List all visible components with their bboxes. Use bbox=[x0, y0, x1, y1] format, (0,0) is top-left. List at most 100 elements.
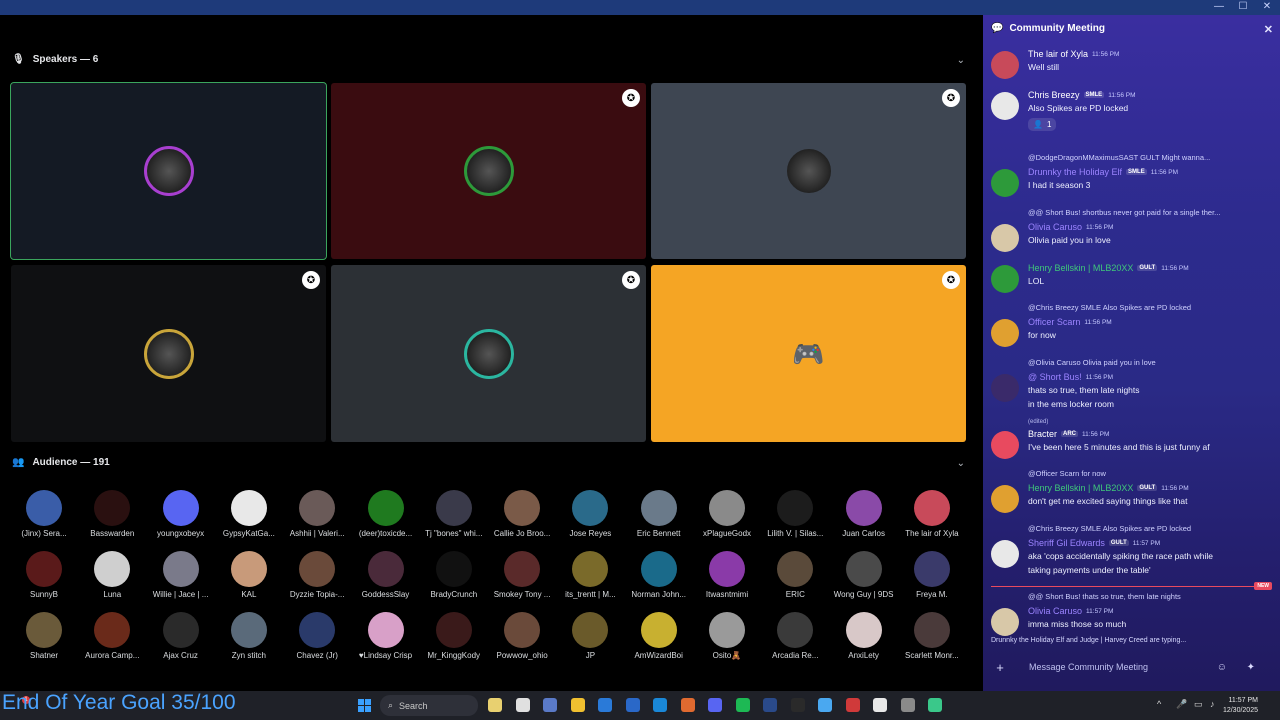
taskbar-app-icon[interactable] bbox=[625, 698, 640, 712]
audience-member[interactable]: JP bbox=[556, 612, 624, 660]
avatar[interactable] bbox=[991, 374, 1019, 402]
audience-member[interactable]: AnxiLety bbox=[830, 612, 898, 660]
audience-member[interactable]: ♥Lindsay Crisp bbox=[352, 612, 420, 660]
avatar[interactable] bbox=[991, 92, 1019, 120]
mic-tray-icon[interactable]: 🎤 bbox=[1176, 699, 1187, 710]
chevron-down-icon[interactable]: ⌄ bbox=[957, 458, 965, 469]
reply-preview[interactable]: @@ Short Bus! thats so true, them late n… bbox=[1028, 592, 1266, 601]
guild-tag[interactable]: GULT bbox=[1137, 265, 1158, 271]
taskbar-app-icon[interactable] bbox=[763, 698, 777, 712]
speaker-tile[interactable]: 🎮 ✪ bbox=[651, 265, 966, 442]
audience-member[interactable]: its_trentt | M... bbox=[556, 551, 624, 599]
audience-member[interactable]: Scarlett Monr... bbox=[898, 612, 966, 660]
speaker-badge-icon[interactable]: ✪ bbox=[622, 89, 640, 107]
audience-member[interactable]: Itwasntmimi bbox=[693, 551, 761, 599]
chevron-down-icon[interactable]: ⌄ bbox=[957, 55, 965, 66]
chevron-up-icon[interactable]: ^ bbox=[1157, 699, 1161, 709]
speaker-tile[interactable]: ✪ bbox=[651, 83, 966, 259]
guild-tag[interactable]: GULT bbox=[1137, 485, 1158, 491]
speaker-tile[interactable]: ✪ bbox=[11, 265, 326, 442]
chat-message[interactable]: @Olivia Caruso Olivia paid you in love @ … bbox=[991, 358, 1273, 425]
audience-member[interactable]: Lilith V. | Silas... bbox=[761, 490, 829, 538]
audience-member[interactable]: SunnyB bbox=[10, 551, 78, 599]
audience-member[interactable]: KAL bbox=[215, 551, 283, 599]
taskbar-app-icon[interactable] bbox=[543, 698, 557, 712]
chat-message[interactable]: @@ Short Bus! thats so true, them late n… bbox=[991, 592, 1273, 636]
username[interactable]: Olivia Caruso bbox=[1028, 606, 1082, 616]
audience-member[interactable]: Arcadia Re... bbox=[761, 612, 829, 660]
taskbar-app-icon[interactable] bbox=[900, 698, 915, 712]
audience-member[interactable]: Luna bbox=[78, 551, 146, 599]
username[interactable]: Sheriff Gil Edwards bbox=[1028, 538, 1105, 548]
audience-member[interactable]: (deer)toxicde... bbox=[352, 490, 420, 538]
chat-message[interactable]: @Chris Breezy SMLE Also Spikes are PD lo… bbox=[991, 524, 1273, 575]
audience-member[interactable]: GypsyKatGa... bbox=[215, 490, 283, 538]
network-icon[interactable]: ▭ bbox=[1194, 699, 1203, 710]
username[interactable]: Olivia Caruso bbox=[1028, 222, 1082, 232]
username[interactable]: The lair of Xyla bbox=[1028, 49, 1088, 59]
reply-preview[interactable]: @@ Short Bus! shortbus never got paid fo… bbox=[1028, 208, 1266, 217]
audience-member[interactable]: Willie | Jace | ... bbox=[147, 551, 215, 599]
username[interactable]: @ Short Bus! bbox=[1028, 372, 1082, 382]
avatar[interactable] bbox=[991, 608, 1019, 636]
audience-member[interactable]: Mr_KinggKody bbox=[420, 612, 488, 660]
taskbar-app-icon[interactable] bbox=[680, 698, 695, 712]
speaker-badge-icon[interactable]: ✪ bbox=[622, 271, 640, 289]
avatar[interactable] bbox=[991, 224, 1019, 252]
taskbar-app-icon[interactable] bbox=[818, 698, 832, 712]
taskbar-app-icon[interactable] bbox=[598, 698, 612, 712]
audience-member[interactable]: Osito🧸 bbox=[693, 612, 761, 660]
username[interactable]: Chris Breezy bbox=[1028, 90, 1080, 100]
guild-tag[interactable]: ARC bbox=[1061, 431, 1079, 437]
taskbar-app-icon[interactable] bbox=[845, 698, 860, 712]
emoji-icon[interactable]: ☺ bbox=[1217, 662, 1227, 673]
guild-tag[interactable]: SMLE bbox=[1083, 92, 1105, 98]
avatar[interactable] bbox=[991, 431, 1019, 459]
speaker-tile[interactable]: ✪ bbox=[331, 83, 646, 259]
audience-member[interactable]: Powwow_ohio bbox=[488, 612, 556, 660]
speaker-tile[interactable]: ✪ bbox=[331, 265, 646, 442]
speaker-badge-icon[interactable]: ✪ bbox=[302, 271, 320, 289]
chat-message[interactable]: @DodgeDragonMMaximusSAST GULT Might wann… bbox=[991, 153, 1273, 197]
guild-tag[interactable]: SMLE bbox=[1126, 169, 1147, 175]
avatar[interactable] bbox=[991, 169, 1019, 197]
audience-member[interactable]: Freya M. bbox=[898, 551, 966, 599]
audience-member[interactable]: GoddessSlay bbox=[352, 551, 420, 599]
speaker-badge-icon[interactable]: ✪ bbox=[942, 89, 960, 107]
chat-message[interactable]: @Chris Breezy SMLE Also Spikes are PD lo… bbox=[991, 303, 1273, 347]
audience-member[interactable]: Callie Jo Broo... bbox=[488, 490, 556, 538]
taskbar-app-icon[interactable] bbox=[570, 698, 585, 712]
reply-preview[interactable]: @Olivia Caruso Olivia paid you in love bbox=[1028, 358, 1266, 367]
username[interactable]: Henry Bellskin | MLB20XX bbox=[1028, 483, 1133, 493]
taskbar-app-icon[interactable] bbox=[735, 698, 750, 712]
audience-member[interactable]: (Jinx) Sera... bbox=[10, 490, 78, 538]
guild-tag[interactable]: GULT bbox=[1108, 540, 1129, 546]
taskbar-app-icon[interactable] bbox=[928, 698, 942, 712]
speaker-tile[interactable] bbox=[10, 82, 327, 260]
audience-member[interactable]: Chavez (Jr) bbox=[283, 612, 351, 660]
volume-icon[interactable]: ♪ bbox=[1210, 699, 1215, 709]
audience-member[interactable]: Wong Guy | 9DS bbox=[830, 551, 898, 599]
username[interactable]: Bracter bbox=[1028, 429, 1057, 439]
audience-member[interactable]: Shatner bbox=[10, 612, 78, 660]
reply-preview[interactable]: @DodgeDragonMMaximusSAST GULT Might wann… bbox=[1028, 153, 1266, 162]
audience-member[interactable]: Norman John... bbox=[625, 551, 693, 599]
audience-member[interactable]: Dyzzie Topia-... bbox=[283, 551, 351, 599]
taskbar-app-icon[interactable] bbox=[790, 698, 805, 712]
message-input[interactable]: Message Community Meeting bbox=[1029, 662, 1148, 672]
username[interactable]: Drunnky the Holiday Elf bbox=[1028, 167, 1122, 177]
audience-member[interactable]: The lair of Xyla bbox=[898, 490, 966, 538]
add-attachment-icon[interactable]: + bbox=[991, 660, 1009, 675]
chat-message[interactable]: @Officer Scarn for now Henry Bellskin | M… bbox=[991, 469, 1273, 513]
speaker-badge-icon[interactable]: ✪ bbox=[942, 271, 960, 289]
avatar[interactable] bbox=[991, 540, 1019, 568]
chat-message[interactable]: @@ Short Bus! shortbus never got paid fo… bbox=[991, 208, 1273, 252]
audience-member[interactable]: Tj "bones" whi... bbox=[420, 490, 488, 538]
audience-member[interactable]: Aurora Camp... bbox=[78, 612, 146, 660]
audience-member[interactable]: Eric Bennett bbox=[625, 490, 693, 538]
reply-preview[interactable]: @Chris Breezy SMLE Also Spikes are PD lo… bbox=[1028, 303, 1266, 312]
reply-preview[interactable]: @Officer Scarn for now bbox=[1028, 469, 1266, 478]
taskbar-clock[interactable]: 11:57 PM 12/30/2025 bbox=[1223, 696, 1258, 716]
audience-member[interactable]: Zyn stitch bbox=[215, 612, 283, 660]
message-composer[interactable]: + Message Community Meeting ☺ ✦ bbox=[991, 656, 1273, 678]
